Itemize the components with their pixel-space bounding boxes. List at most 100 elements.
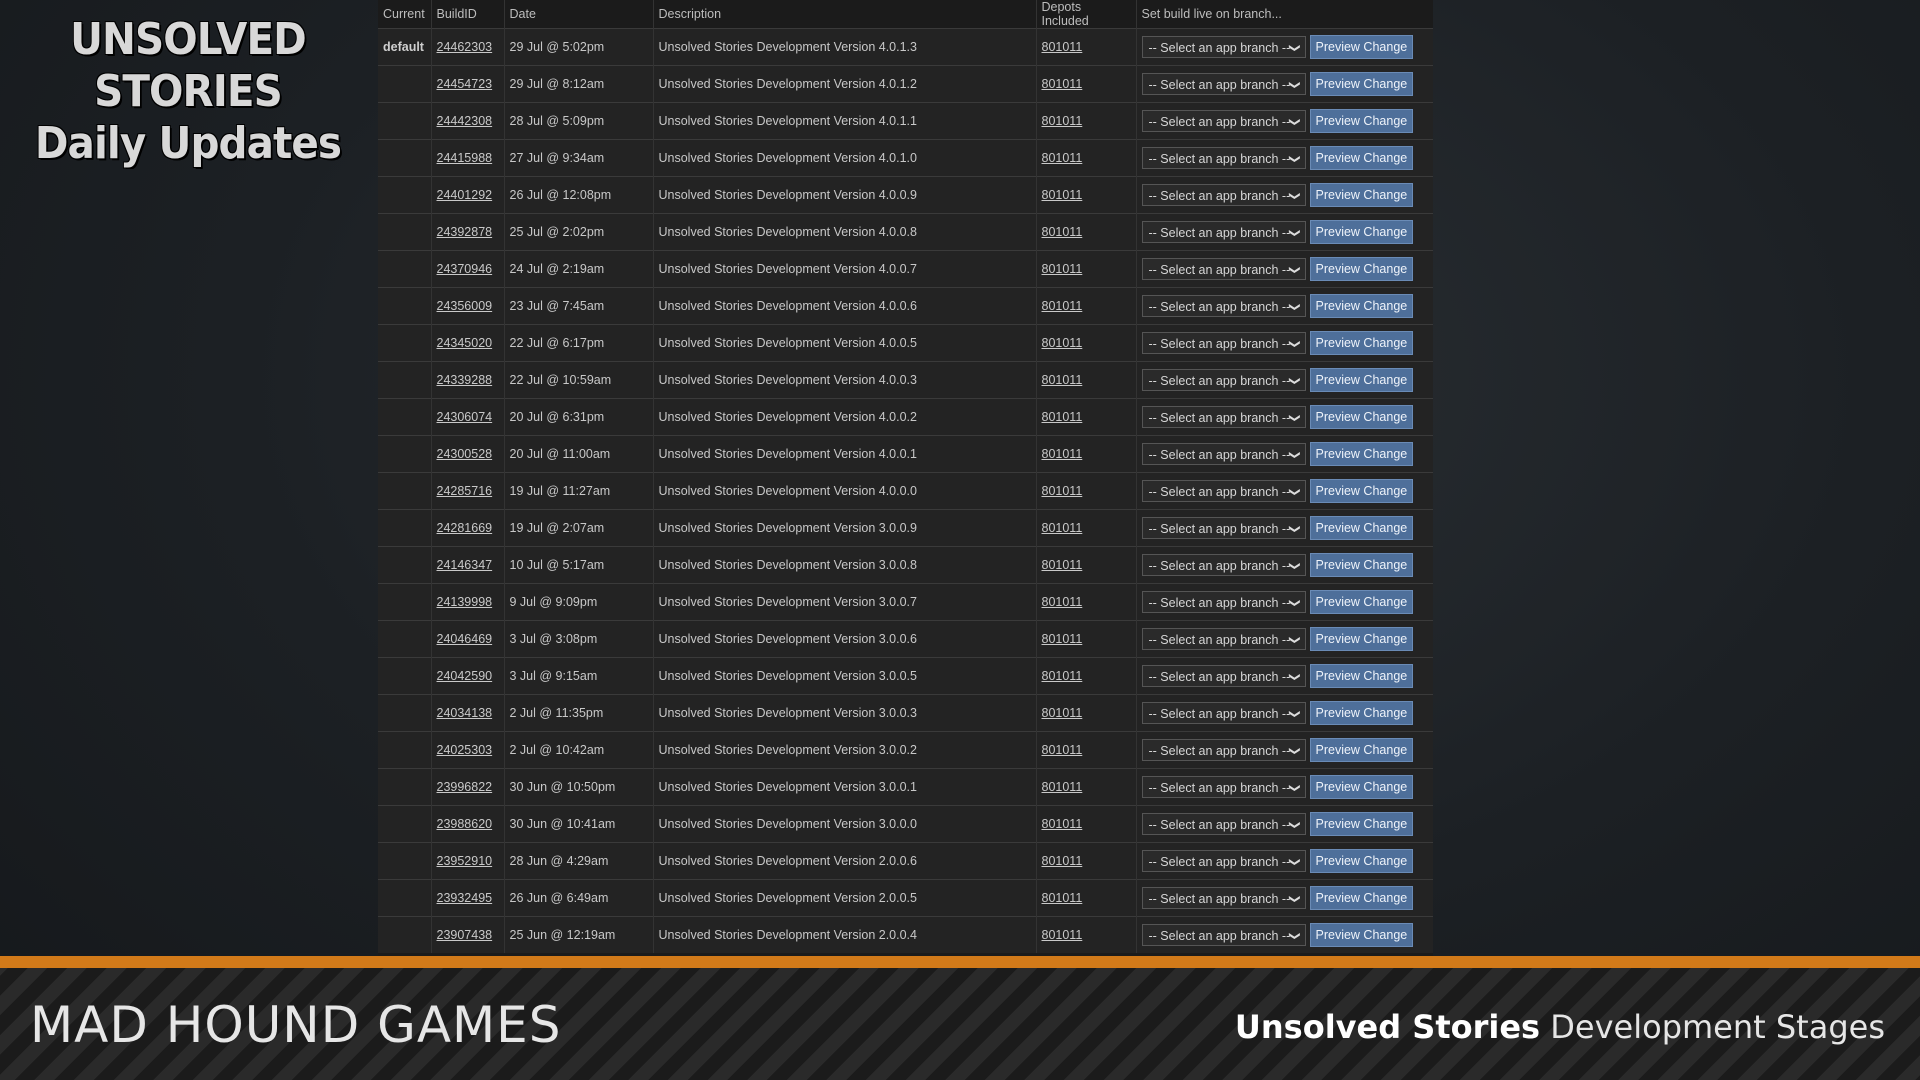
depot-link[interactable]: 801011 <box>1042 262 1083 276</box>
branch-select[interactable]: -- Select an app branch -- ❯ <box>1141 406 1306 428</box>
depot-link[interactable]: 801011 <box>1042 558 1083 572</box>
depot-link[interactable]: 801011 <box>1042 928 1083 942</box>
build-id-link[interactable]: 24281669 <box>437 521 493 535</box>
preview-change-button[interactable]: Preview Change <box>1309 442 1414 466</box>
preview-change-button[interactable]: Preview Change <box>1309 516 1414 540</box>
build-id-link[interactable]: 24046469 <box>437 632 493 646</box>
build-id-link[interactable]: 24339288 <box>437 373 493 387</box>
preview-change-button[interactable]: Preview Change <box>1309 331 1414 355</box>
preview-change-button[interactable]: Preview Change <box>1309 849 1414 873</box>
depot-link[interactable]: 801011 <box>1042 447 1083 461</box>
preview-change-button[interactable]: Preview Change <box>1309 738 1414 762</box>
preview-change-button[interactable]: Preview Change <box>1309 72 1414 96</box>
depot-link[interactable]: 801011 <box>1042 817 1083 831</box>
build-id-link[interactable]: 24345020 <box>437 336 493 350</box>
preview-change-button[interactable]: Preview Change <box>1309 368 1414 392</box>
preview-change-button[interactable]: Preview Change <box>1309 627 1414 651</box>
depot-link[interactable]: 801011 <box>1042 77 1083 91</box>
branch-select[interactable]: -- Select an app branch -- ❯ <box>1141 628 1306 650</box>
build-id-link[interactable]: 24034138 <box>437 706 493 720</box>
preview-change-button[interactable]: Preview Change <box>1309 775 1414 799</box>
build-id-link[interactable]: 24454723 <box>437 77 493 91</box>
preview-change-button[interactable]: Preview Change <box>1309 294 1414 318</box>
build-id-link[interactable]: 24462303 <box>437 40 493 54</box>
depot-link[interactable]: 801011 <box>1042 854 1083 868</box>
build-id-link[interactable]: 24139998 <box>437 595 493 609</box>
build-id-link[interactable]: 24042590 <box>437 669 493 683</box>
preview-change-button[interactable]: Preview Change <box>1309 146 1414 170</box>
build-id-link[interactable]: 24146347 <box>437 558 493 572</box>
build-id-link[interactable]: 24392878 <box>437 225 493 239</box>
branch-select[interactable]: -- Select an app branch -- ❯ <box>1141 221 1306 243</box>
build-id-link[interactable]: 24306074 <box>437 410 493 424</box>
preview-change-button[interactable]: Preview Change <box>1309 183 1414 207</box>
build-id-link[interactable]: 24415988 <box>437 151 493 165</box>
branch-select[interactable]: -- Select an app branch -- ❯ <box>1141 517 1306 539</box>
branch-select[interactable]: -- Select an app branch -- ❯ <box>1141 73 1306 95</box>
branch-select[interactable]: -- Select an app branch -- ❯ <box>1141 332 1306 354</box>
build-id-link[interactable]: 24285716 <box>437 484 493 498</box>
preview-change-button[interactable]: Preview Change <box>1309 701 1414 725</box>
build-id-link[interactable]: 24300528 <box>437 447 493 461</box>
branch-select[interactable]: -- Select an app branch -- ❯ <box>1141 665 1306 687</box>
depot-link[interactable]: 801011 <box>1042 299 1083 313</box>
branch-select[interactable]: -- Select an app branch -- ❯ <box>1141 36 1306 58</box>
branch-select[interactable]: -- Select an app branch -- ❯ <box>1141 776 1306 798</box>
branch-select[interactable]: -- Select an app branch -- ❯ <box>1141 295 1306 317</box>
depot-link[interactable]: 801011 <box>1042 484 1083 498</box>
depot-link[interactable]: 801011 <box>1042 188 1083 202</box>
depot-link[interactable]: 801011 <box>1042 632 1083 646</box>
preview-change-button[interactable]: Preview Change <box>1309 812 1414 836</box>
build-id-link[interactable]: 24370946 <box>437 262 493 276</box>
branch-select[interactable]: -- Select an app branch -- ❯ <box>1141 591 1306 613</box>
depot-link[interactable]: 801011 <box>1042 743 1083 757</box>
build-id-link[interactable]: 23907438 <box>437 928 493 942</box>
build-id-link[interactable]: 24356009 <box>437 299 493 313</box>
build-id-link[interactable]: 23932495 <box>437 891 493 905</box>
branch-select[interactable]: -- Select an app branch -- ❯ <box>1141 147 1306 169</box>
depot-link[interactable]: 801011 <box>1042 891 1083 905</box>
build-id-link[interactable]: 23988620 <box>437 817 493 831</box>
branch-select[interactable]: -- Select an app branch -- ❯ <box>1141 702 1306 724</box>
preview-change-button[interactable]: Preview Change <box>1309 109 1414 133</box>
preview-change-button[interactable]: Preview Change <box>1309 405 1414 429</box>
branch-select[interactable]: -- Select an app branch -- ❯ <box>1141 184 1306 206</box>
build-id-link[interactable]: 24025303 <box>437 743 493 757</box>
preview-change-button[interactable]: Preview Change <box>1309 886 1414 910</box>
branch-select[interactable]: -- Select an app branch -- ❯ <box>1141 110 1306 132</box>
preview-change-button[interactable]: Preview Change <box>1309 553 1414 577</box>
branch-select[interactable]: -- Select an app branch -- ❯ <box>1141 480 1306 502</box>
preview-change-button[interactable]: Preview Change <box>1309 35 1414 59</box>
preview-change-button[interactable]: Preview Change <box>1309 220 1414 244</box>
branch-select[interactable]: -- Select an app branch -- ❯ <box>1141 258 1306 280</box>
branch-select[interactable]: -- Select an app branch -- ❯ <box>1141 924 1306 946</box>
branch-select[interactable]: -- Select an app branch -- ❯ <box>1141 850 1306 872</box>
branch-select[interactable]: -- Select an app branch -- ❯ <box>1141 443 1306 465</box>
build-id-link[interactable]: 24401292 <box>437 188 493 202</box>
depot-link[interactable]: 801011 <box>1042 595 1083 609</box>
build-id-link[interactable]: 23996822 <box>437 780 493 794</box>
preview-change-button[interactable]: Preview Change <box>1309 923 1414 947</box>
depot-link[interactable]: 801011 <box>1042 669 1083 683</box>
branch-select[interactable]: -- Select an app branch -- ❯ <box>1141 813 1306 835</box>
depot-link[interactable]: 801011 <box>1042 40 1083 54</box>
depot-link[interactable]: 801011 <box>1042 521 1083 535</box>
depot-link[interactable]: 801011 <box>1042 373 1083 387</box>
branch-select[interactable]: -- Select an app branch -- ❯ <box>1141 739 1306 761</box>
preview-change-button[interactable]: Preview Change <box>1309 590 1414 614</box>
branch-select[interactable]: -- Select an app branch -- ❯ <box>1141 887 1306 909</box>
preview-change-button[interactable]: Preview Change <box>1309 257 1414 281</box>
depot-link[interactable]: 801011 <box>1042 336 1083 350</box>
preview-change-button[interactable]: Preview Change <box>1309 664 1414 688</box>
branch-select[interactable]: -- Select an app branch -- ❯ <box>1141 554 1306 576</box>
depot-link[interactable]: 801011 <box>1042 114 1083 128</box>
branch-select[interactable]: -- Select an app branch -- ❯ <box>1141 369 1306 391</box>
build-id-link[interactable]: 23952910 <box>437 854 493 868</box>
preview-change-button[interactable]: Preview Change <box>1309 479 1414 503</box>
depot-link[interactable]: 801011 <box>1042 780 1083 794</box>
depot-link[interactable]: 801011 <box>1042 410 1083 424</box>
build-id-link[interactable]: 24442308 <box>437 114 493 128</box>
depot-link[interactable]: 801011 <box>1042 225 1083 239</box>
depot-link[interactable]: 801011 <box>1042 706 1083 720</box>
depot-link[interactable]: 801011 <box>1042 151 1083 165</box>
